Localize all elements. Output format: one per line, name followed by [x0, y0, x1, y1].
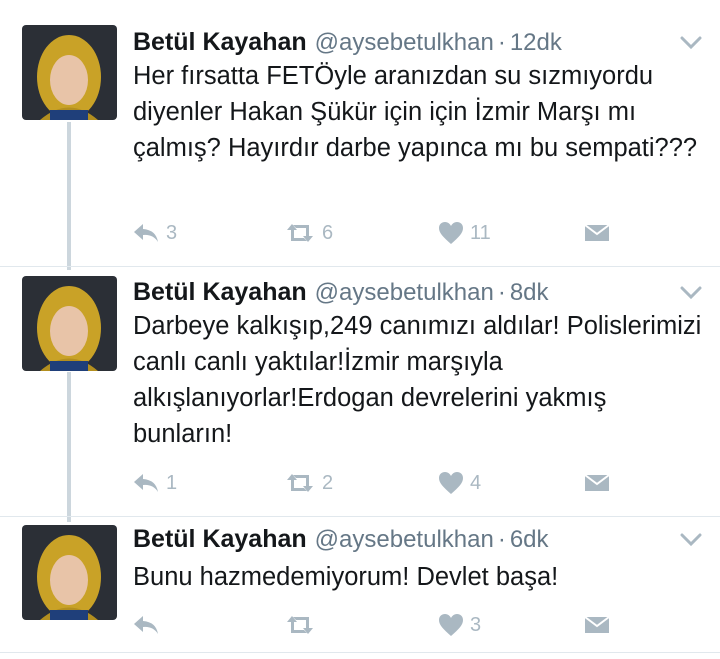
like-count: 3	[470, 613, 482, 636]
reply-icon	[134, 474, 158, 492]
user-handle[interactable]: @aysebetulkhan	[315, 29, 494, 56]
display-name[interactable]: Betül Kayahan	[133, 28, 307, 56]
envelope-icon	[584, 616, 610, 633]
dm-button[interactable]	[584, 218, 610, 248]
tweet-header: Betül Kayahan @aysebetulkhan · 12dk	[133, 28, 562, 58]
heart-icon	[439, 614, 463, 636]
reply-button[interactable]	[132, 610, 166, 640]
timestamp[interactable]: 6dk	[510, 526, 549, 553]
tweet-header: Betül Kayahan @aysebetulkhan · 6dk	[133, 525, 549, 555]
reply-count: 3	[166, 221, 178, 244]
like-button[interactable]: 11	[438, 218, 491, 248]
tweet-3[interactable]: Betül Kayahan @aysebetulkhan · 6dk Bunu haz…	[0, 517, 720, 659]
dm-button[interactable]	[584, 468, 610, 498]
heart-icon	[439, 472, 463, 494]
timestamp[interactable]: 12dk	[510, 29, 562, 56]
divider	[0, 652, 720, 653]
reply-count: 1	[166, 471, 178, 494]
avatar[interactable]	[22, 525, 117, 620]
display-name[interactable]: Betül Kayahan	[133, 278, 307, 306]
tweet-header: Betül Kayahan @aysebetulkhan · 8dk	[133, 278, 549, 308]
retweet-button[interactable]: 6	[284, 218, 333, 248]
tweet-text: Darbeye kalkışıp,249 canımızı aldılar! P…	[133, 312, 702, 448]
reply-button[interactable]: 3	[132, 218, 177, 248]
avatar[interactable]	[22, 276, 117, 371]
dm-button[interactable]	[584, 610, 610, 640]
avatar[interactable]	[22, 25, 117, 120]
separator-dot: ·	[497, 526, 506, 553]
reply-icon	[134, 224, 158, 242]
envelope-icon	[584, 474, 610, 491]
like-button[interactable]: 4	[438, 468, 481, 498]
reply-icon	[134, 616, 158, 634]
tweet-actions: 3 6 11	[0, 218, 720, 248]
chevron-down-icon[interactable]	[680, 36, 702, 50]
tweet-text: Bunu hazmedemiyorum! Devlet başa!	[133, 563, 559, 591]
chevron-down-icon[interactable]	[680, 286, 702, 300]
retweet-count: 6	[322, 221, 334, 244]
retweet-icon	[287, 616, 313, 634]
like-count: 11	[470, 221, 491, 244]
retweet-button[interactable]: 2	[284, 468, 333, 498]
timestamp[interactable]: 8dk	[510, 279, 549, 306]
user-handle[interactable]: @aysebetulkhan	[315, 526, 494, 553]
user-handle[interactable]: @aysebetulkhan	[315, 279, 494, 306]
like-count: 4	[470, 471, 482, 494]
tweet-1[interactable]: Betül Kayahan @aysebetulkhan · 12dk Her fır…	[0, 0, 720, 265]
tweet-actions: 1 2 4	[0, 468, 720, 498]
retweet-count: 2	[322, 471, 334, 494]
tweet-actions: 3	[0, 610, 720, 640]
reply-button[interactable]: 1	[132, 468, 177, 498]
chevron-down-icon[interactable]	[680, 533, 702, 547]
separator-dot: ·	[497, 279, 506, 306]
envelope-icon	[584, 224, 610, 241]
display-name[interactable]: Betül Kayahan	[133, 525, 307, 553]
retweet-icon	[287, 224, 313, 242]
heart-icon	[439, 222, 463, 244]
tweet-text: Her fırsatta FETÖyle aranızdan su sızmıy…	[133, 62, 698, 162]
retweet-icon	[287, 474, 313, 492]
retweet-button[interactable]	[284, 610, 322, 640]
tweet-2[interactable]: Betül Kayahan @aysebetulkhan · 8dk Darbeye …	[0, 267, 720, 515]
separator-dot: ·	[497, 29, 506, 56]
like-button[interactable]: 3	[438, 610, 481, 640]
